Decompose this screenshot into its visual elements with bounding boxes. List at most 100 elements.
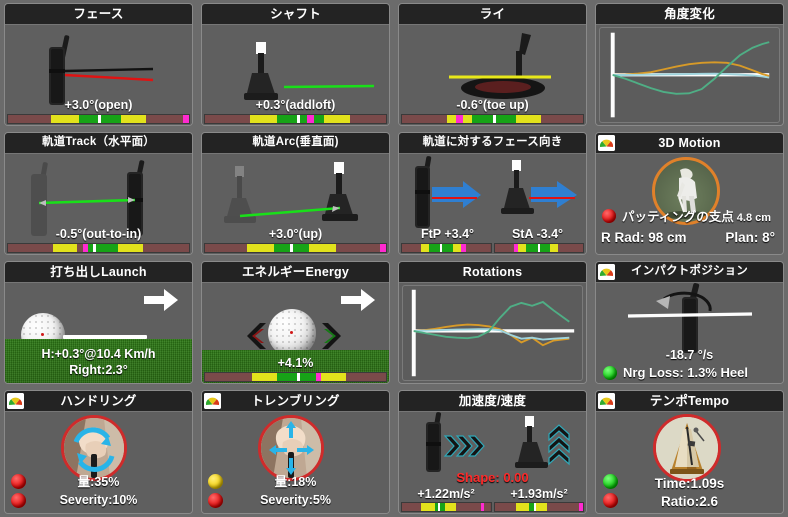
panel-title-launch: 打ち出しLaunch [50, 264, 147, 279]
bar-segment [146, 115, 183, 123]
panel-body-impact-position: -18.7 °/s Nrg Loss: 1.3% Heel [596, 283, 783, 383]
bar-segment [526, 244, 538, 252]
panel-tempo[interactable]: テンポTempo Time:1.09s Ratio:2.6 [595, 390, 784, 514]
panel-title-impact-position: インパクトポジション [631, 265, 748, 278]
bar-segment [453, 244, 462, 252]
panel-launch[interactable]: 打ち出しLaunch H:+0.3°@10.4 Km/h Right:2.3° [4, 261, 193, 384]
panel-body-face: +3.0°(open) [5, 25, 192, 125]
panel-cell-angle-change: 角度変化 [591, 0, 788, 129]
bar-segment [518, 244, 527, 252]
bar-segment [299, 373, 316, 381]
bar-segment [324, 115, 350, 123]
panel-trembling[interactable]: トレンブリング 量:18% Severity:5% [201, 390, 390, 514]
panel-title-handling: ハンドリング [60, 393, 137, 408]
bar-segment [53, 244, 78, 252]
bar-segment [535, 503, 548, 511]
dashboard-grid: フェース +3.0°(open) シャフト +0.3°(addloft) ライ … [0, 0, 788, 517]
panel-shaft[interactable]: シャフト +0.3°(addloft) [201, 3, 390, 126]
hands-grip-shake-figure [261, 418, 321, 478]
panel-cell-launch: 打ち出しLaunch H:+0.3°@10.4 Km/h Right:2.3° [0, 258, 197, 387]
bar-segment [494, 503, 516, 511]
panel-handling[interactable]: ハンドリング 量:35% Severity:10% [4, 390, 193, 514]
panel-body-rotations [399, 283, 586, 383]
bar-segment [96, 244, 119, 252]
bar-segment [300, 115, 308, 123]
handling-severity: Severity:10% [59, 493, 138, 507]
panel-energy[interactable]: エネルギーEnergy +4.1% [201, 261, 390, 384]
bar-segment [496, 115, 516, 123]
rotations-chart [411, 289, 575, 377]
bar-segment [205, 373, 252, 381]
panel-body-trembling: 量:18% Severity:5% [202, 412, 389, 513]
bar-segment [550, 244, 559, 252]
bar-segment [321, 373, 347, 381]
panel-body-launch: H:+0.3°@10.4 Km/h Right:2.3° [5, 283, 192, 383]
ftp-value: FtP +3.4° [420, 227, 475, 241]
bar-segment [515, 503, 530, 511]
gauge-icon [204, 393, 221, 409]
sta-range-bar [493, 243, 584, 253]
panel-title-arc: 軌道Arc(垂直面) [252, 136, 339, 149]
panel-3d-motion[interactable]: 3D Motion パッティングの支点 4.8 cm R Rad: 98 cm … [595, 132, 784, 255]
panel-title-trembling: トレンブリング [251, 393, 340, 408]
pivot-status-led [602, 209, 616, 223]
angle-change-chart [610, 32, 770, 118]
bar-segment [273, 244, 291, 252]
handling-amount: 量:35% [77, 475, 120, 489]
panel-angle-change[interactable]: 角度変化 [595, 3, 784, 126]
bar-segment [547, 503, 580, 511]
tempo-ratio: Ratio:2.6 [660, 494, 718, 509]
bar-segment [402, 115, 448, 123]
panel-rotations[interactable]: Rotations [398, 261, 587, 384]
panel-arc[interactable]: 軌道Arc(垂直面) +3.0°(up) [201, 132, 390, 255]
panel-cell-track: 軌道Track（水平面） -0.5°(out-to-in) [0, 129, 197, 258]
face-to-path-illustration [415, 156, 577, 228]
impact-rotation-value: -18.7 °/s [665, 348, 714, 362]
panel-cell-face: フェース +3.0°(open) [0, 0, 197, 129]
energy-right-chevron-icon [322, 323, 342, 349]
trembling-severity: Severity:5% [260, 493, 331, 507]
lie-range-bar [401, 114, 584, 124]
bar-segment [205, 244, 247, 252]
r-rad-value: R Rad: 98 cm [601, 230, 687, 245]
panel-face-to-path[interactable]: 軌道に対するフェース向き FtP +3.4° StA -3.4° [398, 132, 587, 255]
panel-title-lie: ライ [479, 6, 506, 21]
panel-header-handling: ハンドリング [5, 391, 192, 412]
panel-header-arc: 軌道Arc(垂直面) [202, 133, 389, 154]
panel-body-energy: +4.1% [202, 283, 389, 383]
panel-body-tempo: Time:1.09s Ratio:2.6 [596, 412, 783, 513]
panel-title-energy: エネルギーEnergy [241, 264, 350, 279]
bar-segment [51, 115, 79, 123]
panel-body-shaft: +0.3°(addloft) [202, 25, 389, 125]
bar-segment [309, 244, 337, 252]
panel-body-lie: -0.6°(toe up) [399, 25, 586, 125]
panel-face[interactable]: フェース +3.0°(open) [4, 3, 193, 126]
bar-segment [277, 373, 297, 381]
shaft-range-bar [204, 114, 387, 124]
bar-segment [349, 115, 386, 123]
panel-header-tempo: テンポTempo [596, 391, 783, 412]
panel-impact-position[interactable]: インパクトポジション -18.7 °/s Nrg Loss: 1.3% Heel [595, 261, 784, 384]
bar-segment [336, 244, 380, 252]
panel-cell-trembling: トレンブリング 量:18% Severity:5% [197, 387, 394, 517]
panel-acceleration[interactable]: 加速度/速度 Shape: 0.00 +1.22m/s² +1.93m/s² [398, 390, 587, 514]
panel-title-3d-motion: 3D Motion [658, 135, 721, 150]
ftp-range-bar [401, 243, 492, 253]
panel-lie[interactable]: ライ -0.6°(toe up) [398, 3, 587, 126]
bar-segment [205, 115, 251, 123]
bar-segment [579, 503, 583, 511]
panel-cell-tempo: テンポTempo Time:1.09s Ratio:2.6 [591, 387, 788, 517]
panel-cell-3d-motion: 3D Motion パッティングの支点 4.8 cm R Rad: 98 cm … [591, 129, 788, 258]
panel-title-face: フェース [73, 6, 124, 21]
panel-header-angle-change: 角度変化 [596, 4, 783, 25]
sta-value: StA -3.4° [511, 227, 564, 241]
panel-cell-rotations: Rotations [394, 258, 591, 387]
panel-cell-energy: エネルギーEnergy +4.1% [197, 258, 394, 387]
lie-value: -0.6°(toe up) [456, 98, 529, 112]
bar-segment [277, 115, 298, 123]
panel-track[interactable]: 軌道Track（水平面） -0.5°(out-to-in) [4, 132, 193, 255]
bar-segment [421, 244, 429, 252]
bar-segment [402, 503, 422, 511]
trembling-illustration [258, 415, 324, 481]
face-value: +3.0°(open) [64, 98, 133, 112]
